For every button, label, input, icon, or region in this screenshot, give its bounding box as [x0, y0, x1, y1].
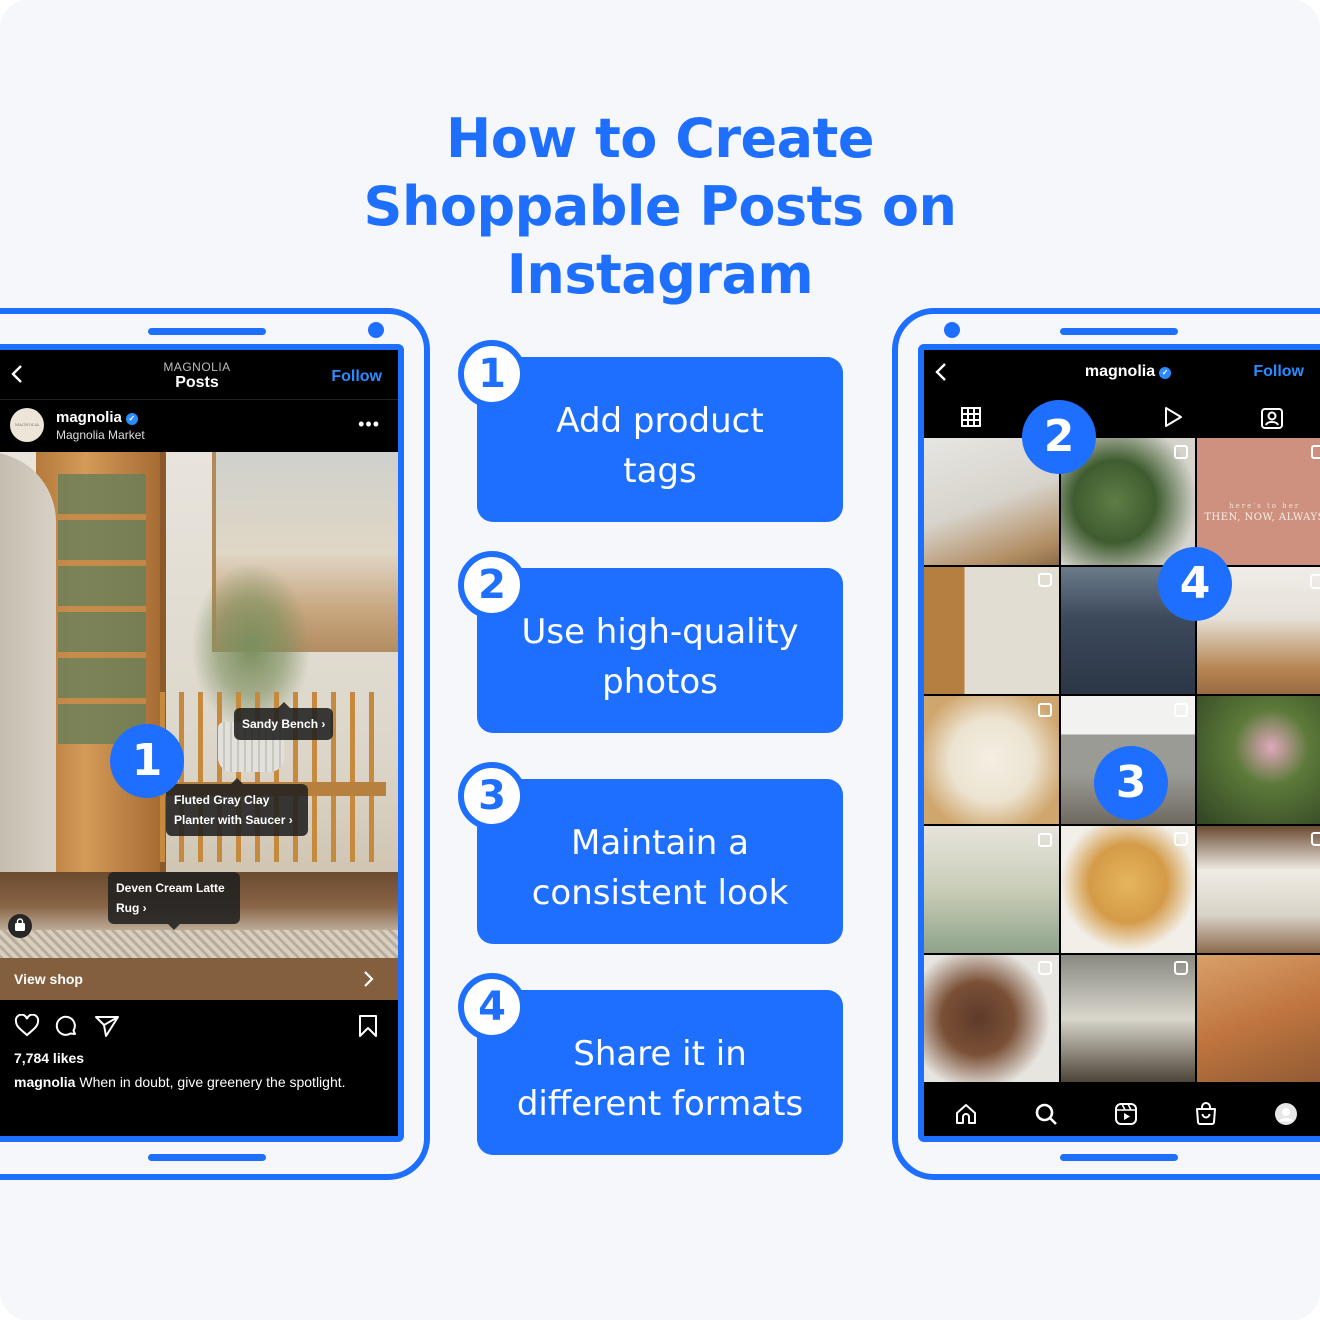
- callout-badge-4: 4: [1158, 547, 1232, 621]
- step-number-4: 4: [458, 973, 526, 1041]
- heart-icon[interactable]: [14, 1014, 40, 1038]
- step-card-4: Share it in different formats: [477, 990, 843, 1155]
- shop-icon[interactable]: [1194, 1102, 1218, 1126]
- grid-post[interactable]: [1197, 954, 1320, 1082]
- shopping-bag-icon[interactable]: [8, 914, 32, 938]
- step-label: Add product tags: [556, 400, 764, 491]
- step-number-2: 2: [458, 551, 526, 619]
- profile-name-text: magnolia: [1084, 363, 1156, 380]
- grid-post[interactable]: [1060, 825, 1196, 953]
- grid-post[interactable]: [1197, 825, 1320, 953]
- shopping-bag-icon: [1037, 573, 1052, 588]
- post-caption: magnolia When in doubt, give greenery th…: [14, 1074, 346, 1090]
- post-header: MAGNOLIA Posts Follow: [0, 350, 398, 400]
- phone-home-bar: [1060, 1154, 1178, 1161]
- profile-header: magnolia ✓ Follow: [924, 350, 1320, 394]
- shopping-bag-icon: [1037, 960, 1052, 975]
- profile-tabs: [924, 394, 1320, 438]
- bookmark-icon[interactable]: [358, 1014, 378, 1038]
- phone-speaker: [1060, 328, 1178, 335]
- reels-icon[interactable]: [1162, 406, 1184, 428]
- view-shop-button[interactable]: View shop: [0, 958, 398, 1000]
- photo-rug: [0, 930, 398, 958]
- caption-text: When in doubt, give greenery the spotlig…: [79, 1074, 346, 1090]
- step-number-3: 3: [458, 762, 526, 830]
- step-label: Use high-quality photos: [521, 611, 799, 702]
- shopping-bag-icon: [1174, 831, 1189, 846]
- verified-icon: ✓: [125, 413, 138, 425]
- phone-camera: [368, 322, 384, 338]
- phone-home-bar: [148, 1154, 266, 1161]
- follow-button[interactable]: Follow: [1253, 363, 1304, 381]
- shopping-bag-icon: [1174, 960, 1189, 975]
- view-shop-label: View shop: [14, 971, 83, 987]
- likes-count: 7,784 likes: [14, 1050, 85, 1066]
- tagged-icon[interactable]: [1260, 406, 1284, 430]
- page-title: How to Create Shoppable Posts on Instagr…: [0, 105, 1320, 309]
- tile-text: THEN, NOW, ALWAYS: [1204, 512, 1320, 523]
- photo-door-glass: [58, 474, 146, 744]
- step-card-2: Use high-quality photos: [477, 568, 843, 733]
- carousel-icon: [1311, 445, 1320, 459]
- title-text: How to Create Shoppable Posts on Instagr…: [363, 107, 957, 306]
- product-tag-sandy-bench[interactable]: Sandy Bench ›: [234, 702, 334, 740]
- chevron-right-icon: [364, 971, 374, 987]
- tile-text-small: here's to her: [1229, 502, 1301, 510]
- step-card-1: Add product tags: [477, 357, 843, 522]
- search-icon[interactable]: [1034, 1102, 1058, 1126]
- caption-username[interactable]: magnolia: [14, 1074, 75, 1090]
- post-actions: 7,784 likes magnolia When in doubt, give…: [0, 1000, 398, 1136]
- home-icon[interactable]: [954, 1102, 978, 1126]
- carousel-icon: [1037, 703, 1052, 718]
- account-row: MAGNOLIA magnolia ✓ Magnolia Market •••: [0, 400, 398, 452]
- carousel-icon: [1037, 832, 1052, 847]
- share-icon[interactable]: [94, 1014, 120, 1038]
- grid-post[interactable]: here's to her THEN, NOW, ALWAYS: [1197, 438, 1320, 566]
- step-card-3: Maintain a consistent look: [477, 779, 843, 944]
- step-label: Maintain a consistent look: [531, 822, 789, 913]
- callout-badge-1: 1: [110, 724, 184, 798]
- post-photo: Sandy Bench › Fluted Gray Clay Planter w…: [0, 452, 398, 958]
- account-name[interactable]: magnolia ✓: [56, 409, 138, 426]
- phone-camera: [944, 322, 960, 338]
- step-number-1: 1: [458, 340, 526, 408]
- callout-badge-3: 3: [1094, 746, 1168, 820]
- follow-button[interactable]: Follow: [331, 368, 382, 386]
- profile-screen: magnolia ✓ Follow here's to her THEN, NOW,…: [918, 344, 1320, 1142]
- more-horizontal-icon[interactable]: •••: [358, 414, 380, 435]
- account-name-text: magnolia: [56, 409, 122, 426]
- reels-icon[interactable]: [1114, 1102, 1138, 1126]
- phone-speaker: [148, 328, 266, 335]
- grid-post[interactable]: [924, 825, 1059, 953]
- product-tag-planter[interactable]: Fluted Gray Clay Planter with Saucer ›: [166, 778, 308, 836]
- bottom-nav: [924, 1082, 1320, 1136]
- grid-post[interactable]: [1197, 696, 1320, 824]
- grid-post[interactable]: [924, 567, 1059, 695]
- callout-badge-2: 2: [1022, 400, 1096, 474]
- avatar[interactable]: MAGNOLIA: [10, 408, 44, 442]
- infographic-canvas: How to Create Shoppable Posts on Instagr…: [0, 0, 1320, 1320]
- grid-post[interactable]: [924, 954, 1059, 1082]
- profile-icon[interactable]: [1274, 1102, 1298, 1126]
- account-subtitle: Magnolia Market: [56, 428, 145, 442]
- step-label: Share it in different formats: [516, 1033, 804, 1124]
- carousel-icon: [1174, 445, 1189, 459]
- grid-icon[interactable]: [960, 406, 982, 428]
- carousel-icon: [1174, 703, 1189, 718]
- verified-icon: ✓: [1159, 367, 1172, 379]
- grid-post[interactable]: [1060, 954, 1196, 1082]
- post-screen: MAGNOLIA Posts Follow MAGNOLIA magnolia ✓…: [0, 344, 404, 1142]
- product-tag-rug[interactable]: Deven Cream Latte Rug ›: [108, 872, 240, 930]
- reel-icon: [1310, 574, 1320, 590]
- grid-post[interactable]: [924, 696, 1059, 824]
- shopping-bag-icon: [1311, 831, 1320, 846]
- comment-icon[interactable]: [54, 1014, 78, 1038]
